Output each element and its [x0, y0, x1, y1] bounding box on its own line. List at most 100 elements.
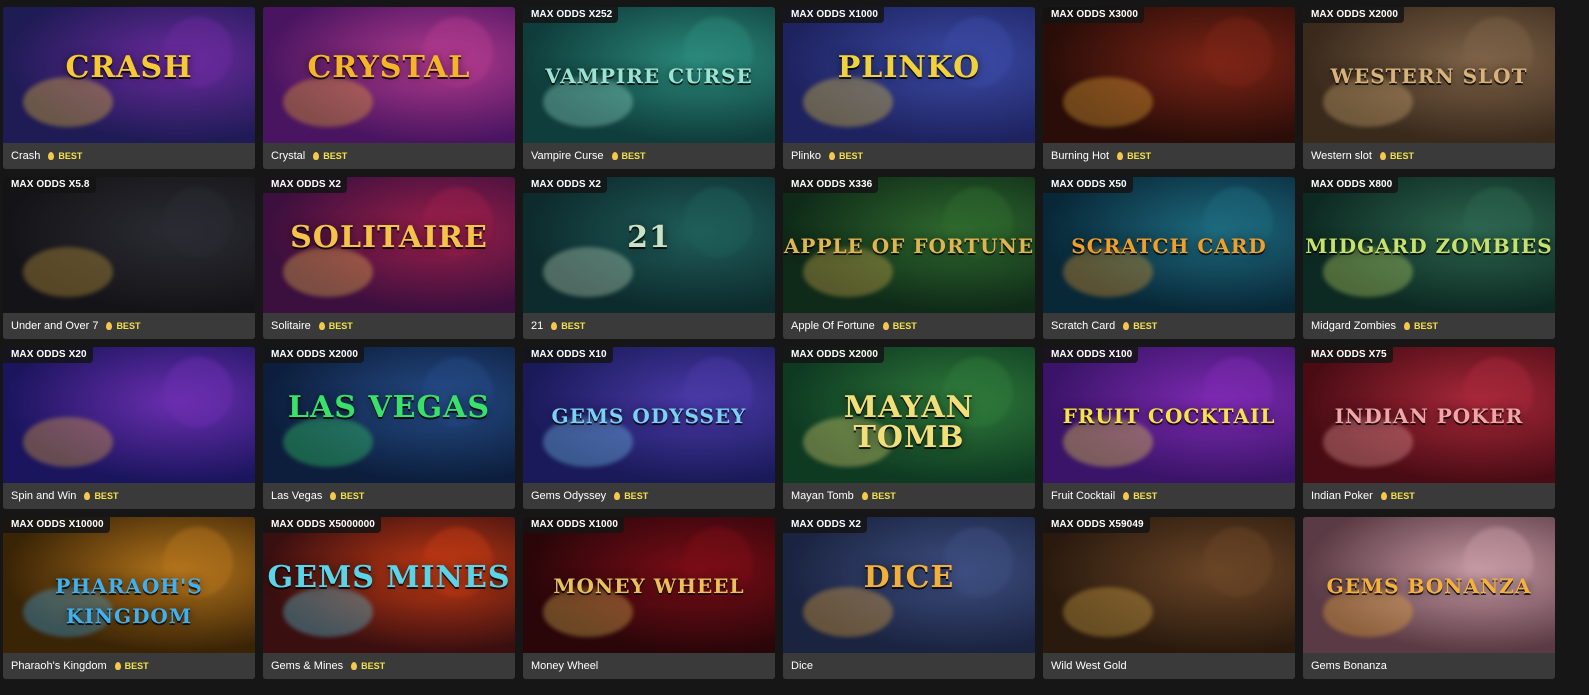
game-name: Las Vegas — [271, 490, 323, 502]
max-odds-badge: MAX ODDS X3000 — [1043, 7, 1144, 23]
flame-icon — [351, 662, 358, 670]
card-footer: Fruit Cocktail BEST — [1043, 483, 1295, 509]
best-label: BEST — [361, 661, 386, 671]
flame-icon — [48, 152, 55, 160]
game-grid: CRASH Crash BEST CRYSTAL Crystal BEST VA… — [3, 7, 1555, 679]
game-artwork: Indian Poker — [1303, 347, 1555, 483]
game-card-gems-bonanza[interactable]: GEMS BONANZA Gems Bonanza — [1303, 517, 1555, 679]
game-card-pharaoh-s-kingdom[interactable]: PHARAOH'S KINGDOM MAX ODDS X10000 Pharao… — [3, 517, 255, 679]
best-label: BEST — [621, 151, 646, 161]
best-tag: BEST — [351, 661, 385, 671]
game-artwork: GEMS BONANZA — [1303, 517, 1555, 653]
game-card-solitaire[interactable]: SOLITAIRE MAX ODDS X2 Solitaire BEST — [263, 177, 515, 339]
best-tag: BEST — [330, 491, 364, 501]
game-card-money-wheel[interactable]: MONEY WHEEL MAX ODDS X1000 Money Wheel — [523, 517, 775, 679]
artwork-title: MONEY WHEEL — [553, 574, 745, 598]
card-footer: Vampire Curse BEST — [523, 143, 775, 169]
game-card-burning-hot[interactable]: MAX ODDS X3000 Burning Hot BEST — [1043, 7, 1295, 169]
max-odds-badge: MAX ODDS X2000 — [783, 347, 884, 363]
game-card-midgard-zombies[interactable]: MIDGARD ZOMBIES MAX ODDS X800 Midgard Zo… — [1303, 177, 1555, 339]
flame-icon — [861, 492, 868, 500]
game-artwork: MIDGARD ZOMBIES — [1303, 177, 1555, 313]
flame-icon — [614, 492, 621, 500]
game-card-wild-west-gold[interactable]: MAX ODDS X59049 Wild West Gold — [1043, 517, 1295, 679]
game-card-vampire-curse[interactable]: VAMPIRE CURSE MAX ODDS X252 Vampire Curs… — [523, 7, 775, 169]
game-name: Mayan Tomb — [791, 490, 854, 502]
max-odds-badge: MAX ODDS X800 — [1303, 177, 1399, 193]
game-artwork: VAMPIRE CURSE — [523, 7, 775, 143]
card-footer: Gems & Mines BEST — [263, 653, 515, 679]
best-tag: BEST — [1123, 321, 1157, 331]
flame-icon — [551, 322, 558, 330]
game-card-fruit-cocktail[interactable]: FRUIT COCKTAIL MAX ODDS X100 Fruit Cockt… — [1043, 347, 1295, 509]
game-name: Gems Bonanza — [1311, 660, 1387, 672]
game-card-crash[interactable]: CRASH Crash BEST — [3, 7, 255, 169]
game-card-gems-odyssey[interactable]: GEMS ODYSSEY MAX ODDS X10 Gems Odyssey B… — [523, 347, 775, 509]
max-odds-badge: MAX ODDS X5000000 — [263, 517, 381, 533]
game-card-western-slot[interactable]: WESTERN SLOT MAX ODDS X2000 Western slot… — [1303, 7, 1555, 169]
card-footer: Plinko BEST — [783, 143, 1035, 169]
game-card-spin-and-win[interactable]: MAX ODDS X20 Spin and Win BEST — [3, 347, 255, 509]
game-card-gems-mines[interactable]: GEMS MINES MAX ODDS X5000000 Gems & Mine… — [263, 517, 515, 679]
best-label: BEST — [58, 151, 83, 161]
max-odds-badge: MAX ODDS X2000 — [263, 347, 364, 363]
game-card-scratch-card[interactable]: SCRATCH CARD MAX ODDS X50 Scratch Card B… — [1043, 177, 1295, 339]
best-label: BEST — [892, 321, 917, 331]
card-footer: Under and Over 7 BEST — [3, 313, 255, 339]
game-artwork: MAYAN TOMB — [783, 347, 1035, 483]
flame-icon — [318, 322, 325, 330]
game-card-plinko[interactable]: Plinko MAX ODDS X1000 Plinko BEST — [783, 7, 1035, 169]
max-odds-badge: MAX ODDS X2 — [263, 177, 348, 193]
best-tag: BEST — [828, 151, 863, 161]
best-tag: BEST — [313, 151, 347, 161]
best-label: BEST — [94, 491, 119, 501]
game-artwork: GEMS ODYSSEY — [523, 347, 775, 483]
game-name: Plinko — [791, 150, 821, 162]
card-footer: Spin and Win BEST — [3, 483, 255, 509]
max-odds-badge: MAX ODDS X100 — [1043, 347, 1139, 363]
best-label: BEST — [340, 491, 365, 501]
game-artwork: CRYSTAL — [263, 7, 515, 143]
game-card-apple-of-fortune[interactable]: APPLE OF FORTUNE MAX ODDS X336 Apple Of … — [783, 177, 1035, 339]
game-card-mayan-tomb[interactable]: MAYAN TOMB MAX ODDS X2000 Mayan Tomb BES… — [783, 347, 1035, 509]
artwork-title: MIDGARD ZOMBIES — [1305, 234, 1553, 258]
game-card-crystal[interactable]: CRYSTAL Crystal BEST — [263, 7, 515, 169]
max-odds-badge: MAX ODDS X252 — [523, 7, 619, 23]
game-card-21[interactable]: 21 MAX ODDS X2 21 BEST — [523, 177, 775, 339]
game-card-indian-poker[interactable]: Indian Poker MAX ODDS X75 Indian Poker B… — [1303, 347, 1555, 509]
max-odds-badge: MAX ODDS X1000 — [783, 7, 884, 23]
best-tag: BEST — [1123, 491, 1157, 501]
game-artwork: SOLITAIRE — [263, 177, 515, 313]
game-card-dice[interactable]: DICE MAX ODDS X2 Dice — [783, 517, 1035, 679]
game-card-las-vegas[interactable]: Las Vegas MAX ODDS X2000 Las Vegas BEST — [263, 347, 515, 509]
card-footer: Indian Poker BEST — [1303, 483, 1555, 509]
artwork-title: WESTERN SLOT — [1330, 64, 1528, 88]
game-artwork: FRUIT COCKTAIL — [1043, 347, 1295, 483]
card-footer: Scratch Card BEST — [1043, 313, 1295, 339]
artwork-title: FRUIT COCKTAIL — [1062, 404, 1276, 428]
artwork-title: Plinko — [837, 50, 981, 85]
game-artwork: MONEY WHEEL — [523, 517, 775, 653]
best-label: BEST — [124, 661, 149, 671]
flame-icon — [313, 152, 320, 160]
game-artwork: SCRATCH CARD — [1043, 177, 1295, 313]
best-label: BEST — [1127, 151, 1152, 161]
best-label: BEST — [1390, 491, 1415, 501]
game-card-under-and-over-7[interactable]: MAX ODDS X5.8 Under and Over 7 BEST — [3, 177, 255, 339]
artwork-title: CRYSTAL — [307, 50, 471, 85]
best-tag: BEST — [84, 491, 118, 501]
best-label: BEST — [1133, 321, 1158, 331]
game-name: Pharaoh's Kingdom — [11, 660, 107, 672]
game-artwork: Las Vegas — [263, 347, 515, 483]
artwork-title: MAYAN TOMB — [843, 390, 975, 455]
card-footer: Burning Hot BEST — [1043, 143, 1295, 169]
game-name: Midgard Zombies — [1311, 320, 1396, 332]
artwork-title: GEMS ODYSSEY — [551, 404, 747, 428]
game-name: Wild West Gold — [1051, 660, 1127, 672]
game-artwork: DICE — [783, 517, 1035, 653]
best-label: BEST — [116, 321, 141, 331]
game-artwork: APPLE OF FORTUNE — [783, 177, 1035, 313]
game-name: Solitaire — [271, 320, 311, 332]
max-odds-badge: MAX ODDS X2 — [523, 177, 608, 193]
flame-icon — [828, 152, 835, 160]
